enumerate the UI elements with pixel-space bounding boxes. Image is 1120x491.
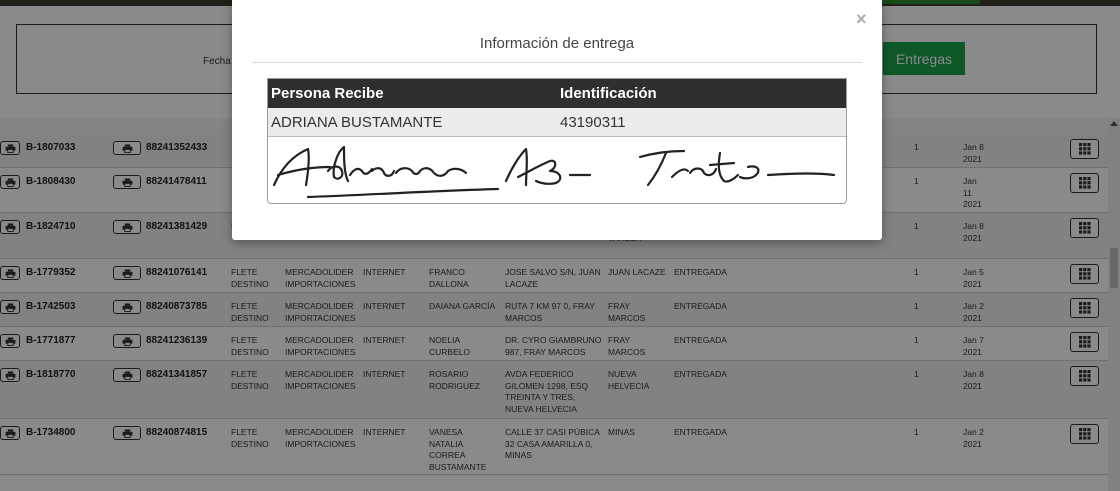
delivery-table: Persona Recibe Identificación ADRIANA BU…	[267, 78, 847, 204]
delivery-table-row: ADRIANA BUSTAMANTE 43190311	[268, 108, 846, 137]
recipient-id: 43190311	[560, 114, 626, 131]
modal-title: Información de entrega	[479, 35, 635, 52]
delivery-info-modal: × Información de entrega Persona Recibe …	[232, 0, 882, 240]
delivery-table-header: Persona Recibe Identificación	[268, 79, 846, 108]
modal-divider	[252, 62, 862, 63]
header-persona-recibe: Persona Recibe	[271, 85, 384, 102]
signature-image	[272, 145, 836, 199]
header-identificacion: Identificación	[560, 85, 657, 102]
signature-area	[268, 137, 846, 203]
recipient-name: ADRIANA BUSTAMANTE	[271, 114, 443, 131]
close-icon[interactable]: ×	[856, 9, 867, 29]
